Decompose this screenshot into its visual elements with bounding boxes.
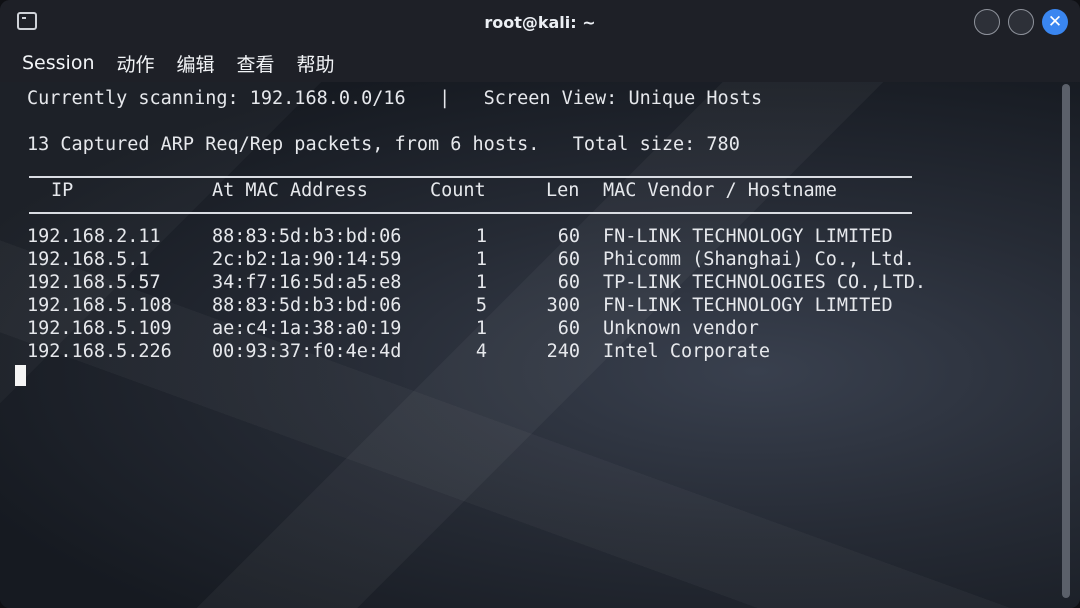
row-len: 60 [557,318,580,339]
row-mac: 88:83:5d:b3:bd:06 [212,226,402,247]
close-icon: ✕ [1047,11,1063,32]
status-line: Currently scanning: 192.168.0.0/16 | Scr… [27,88,763,109]
row-len: 240 [546,341,580,362]
header-mac: At MAC Address [212,180,368,201]
row-vendor: Phicomm (Shanghai) Co., Ltd. [603,249,915,270]
text-cursor [15,365,26,386]
scrollbar[interactable] [1060,82,1072,600]
summary-line: 13 Captured ARP Req/Rep packets, from 6 … [27,134,740,155]
menu-view[interactable]: 查看 [237,50,275,77]
header-ip: IP [51,180,74,201]
row-count: 5 [475,295,487,316]
row-ip: 192.168.2.11 [27,226,161,247]
row-ip: 192.168.5.1 [27,249,150,270]
row-count: 1 [475,272,487,293]
row-mac: 2c:b2:1a:90:14:59 [212,249,402,270]
terminal-output[interactable]: Currently scanning: 192.168.0.0/16 | Scr… [0,82,1080,608]
row-vendor: FN-LINK TECHNOLOGY LIMITED [603,295,893,316]
header-vendor: MAC Vendor / Hostname [603,180,837,201]
row-vendor: Unknown vendor [603,318,759,339]
menu-help[interactable]: 帮助 [297,50,335,77]
menu-actions[interactable]: 动作 [117,50,155,77]
menu-bar: Session 动作 编辑 查看 帮助 [0,44,1080,82]
row-len: 60 [557,272,580,293]
row-ip: 192.168.5.226 [27,341,172,362]
row-vendor: Intel Corporate [603,341,771,362]
row-ip: 192.168.5.57 [27,272,161,293]
row-mac: 88:83:5d:b3:bd:06 [212,295,402,316]
row-len: 60 [557,249,580,270]
terminal-icon[interactable] [17,12,37,30]
row-count: 1 [475,318,487,339]
header-bottom-rule [29,212,912,214]
menu-session[interactable]: Session [22,52,95,74]
header-len: Len [546,180,580,201]
header-count: Count [430,180,486,201]
row-len: 60 [557,226,580,247]
row-ip: 192.168.5.109 [27,318,172,339]
row-len: 300 [546,295,580,316]
minimize-button[interactable] [974,9,1000,35]
terminal-window: root@kali: ~ ✕ Session 动作 编辑 查看 帮助 Curre… [0,0,1080,608]
row-ip: 192.168.5.108 [27,295,172,316]
maximize-button[interactable] [1008,9,1034,35]
menu-edit[interactable]: 编辑 [177,50,215,77]
row-count: 1 [475,226,487,247]
row-vendor: FN-LINK TECHNOLOGY LIMITED [603,226,893,247]
title-bar[interactable]: root@kali: ~ ✕ [0,0,1080,44]
row-mac: ae:c4:1a:38:a0:19 [212,318,402,339]
close-button[interactable]: ✕ [1042,9,1068,35]
window-title: root@kali: ~ [484,12,596,32]
row-mac: 00:93:37:f0:4e:4d [212,341,402,362]
header-top-rule [29,176,912,178]
row-mac: 34:f7:16:5d:a5:e8 [212,272,402,293]
scrollbar-thumb[interactable] [1062,84,1070,598]
row-vendor: TP-LINK TECHNOLOGIES CO.,LTD. [603,272,927,293]
row-count: 4 [475,341,487,362]
row-count: 1 [475,249,487,270]
